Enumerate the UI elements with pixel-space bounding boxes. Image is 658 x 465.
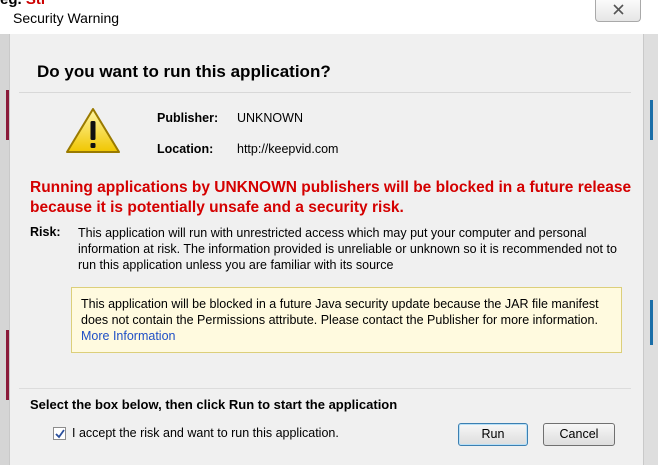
dialog-heading: Do you want to run this application? [37, 62, 331, 81]
checkmark-icon [55, 429, 65, 439]
publisher-value: UNKNOWN [237, 111, 303, 125]
cancel-button[interactable]: Cancel [543, 423, 615, 446]
close-icon [613, 4, 624, 15]
heading-divider [19, 92, 631, 93]
right-edge-accent [650, 300, 653, 345]
accept-risk-checkbox[interactable] [53, 427, 66, 440]
background-text-fragment: eg. Str [0, 0, 47, 8]
footer-divider [19, 388, 631, 389]
accept-risk-label[interactable]: I accept the risk and want to run this a… [72, 426, 339, 440]
more-information-link[interactable]: More Information [81, 329, 175, 343]
right-window-edge [644, 34, 658, 465]
title-bar: eg. Str Security Warning [0, 0, 658, 34]
right-edge-accent [650, 100, 653, 140]
warning-triangle-icon [64, 106, 122, 161]
run-button[interactable]: Run [458, 423, 528, 446]
publisher-label: Publisher: [157, 111, 219, 125]
close-button[interactable] [595, 0, 641, 22]
permissions-notice: This application will be blocked in a fu… [71, 287, 622, 353]
select-instruction: Select the box below, then click Run to … [30, 397, 398, 412]
window-title: Security Warning [13, 10, 120, 26]
notice-text: This application will be blocked in a fu… [81, 297, 599, 327]
location-value: http://keepvid.com [237, 142, 339, 156]
risk-text: This application will run with unrestric… [78, 226, 617, 272]
risk-label: Risk: [30, 225, 61, 239]
location-label: Location: [157, 142, 214, 156]
blocking-warning-text: Running applications by UNKNOWN publishe… [30, 179, 632, 216]
